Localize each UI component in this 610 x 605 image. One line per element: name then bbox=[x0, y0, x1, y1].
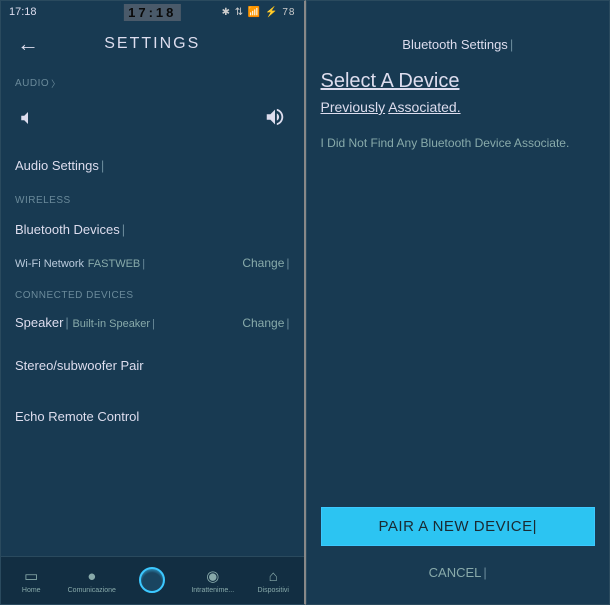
speaker-change-button[interactable]: Change| bbox=[242, 316, 289, 330]
bluetooth-screen: Bluetooth Settings| Select A Device Prev… bbox=[306, 0, 610, 605]
remote-row[interactable]: Echo Remote Control bbox=[1, 383, 304, 434]
cancel-button[interactable]: CANCEL| bbox=[307, 565, 610, 580]
alexa-icon bbox=[139, 567, 165, 593]
devices-icon: ⌂ bbox=[269, 568, 278, 585]
previously-associated-label: Previously Associated. bbox=[307, 99, 610, 135]
pair-new-device-button[interactable]: PAIR A NEW DEVICE| bbox=[321, 507, 596, 546]
section-connected-label: CONNECTED DEVICES bbox=[1, 278, 304, 307]
bluetooth-devices-row[interactable]: Bluetooth Devices| bbox=[1, 212, 304, 247]
speaker-value: Built-in Speaker| bbox=[72, 318, 155, 330]
stereo-row[interactable]: Stereo/subwoofer Pair bbox=[1, 338, 304, 383]
section-audio-label: AUDIO〉 bbox=[1, 65, 304, 96]
speaker-label: Speaker| bbox=[15, 315, 69, 330]
volume-low-icon bbox=[19, 109, 37, 132]
tab-communication[interactable]: ● Comunicazione bbox=[62, 557, 123, 604]
bluetooth-header: Bluetooth Settings| bbox=[307, 23, 610, 70]
speaker-row[interactable]: Speaker| Built-in Speaker| Change| bbox=[1, 307, 304, 338]
status-clock: 17:18 bbox=[124, 4, 180, 21]
play-icon: ◉ bbox=[206, 567, 219, 585]
wifi-row[interactable]: Wi-Fi Network FASTWEB| Change| bbox=[1, 247, 304, 278]
tab-entertainment[interactable]: ◉ Intrattenime... bbox=[183, 557, 244, 604]
audio-settings-row[interactable]: Audio Settings| bbox=[1, 148, 304, 183]
tab-alexa[interactable] bbox=[122, 557, 183, 604]
page-title: SETTINGS bbox=[17, 35, 288, 53]
wifi-value: FASTWEB| bbox=[88, 258, 145, 270]
volume-high-icon bbox=[264, 106, 286, 134]
wifi-change-button[interactable]: Change| bbox=[242, 256, 289, 270]
section-wireless-label: WIRELESS bbox=[1, 183, 304, 212]
status-icons: ✱ ⇅ 📶 ⚡ 78 bbox=[222, 7, 296, 18]
home-icon: ▭ bbox=[24, 567, 38, 585]
settings-header: ← SETTINGS bbox=[1, 23, 304, 65]
tab-bar: ▭ Home ● Comunicazione ◉ Intrattenime...… bbox=[1, 556, 304, 604]
no-devices-message: I Did Not Find Any Bluetooth Device Asso… bbox=[307, 135, 610, 152]
status-time: 17:18 bbox=[9, 6, 37, 18]
wifi-label: Wi-Fi Network bbox=[15, 258, 84, 270]
select-device-title: Select A Device bbox=[307, 70, 610, 99]
chat-icon: ● bbox=[87, 568, 96, 585]
status-bar-right bbox=[307, 1, 610, 23]
status-bar: 17:18 17:18 ✱ ⇅ 📶 ⚡ 78 bbox=[1, 1, 304, 23]
volume-slider-row[interactable] bbox=[1, 96, 304, 148]
chevron-right-icon: 〉 bbox=[51, 77, 61, 90]
tab-home[interactable]: ▭ Home bbox=[1, 557, 62, 604]
settings-screen: 17:18 17:18 ✱ ⇅ 📶 ⚡ 78 ← SETTINGS AUDIO〉… bbox=[0, 0, 306, 605]
tab-devices[interactable]: ⌂ Dispositivi bbox=[243, 557, 304, 604]
